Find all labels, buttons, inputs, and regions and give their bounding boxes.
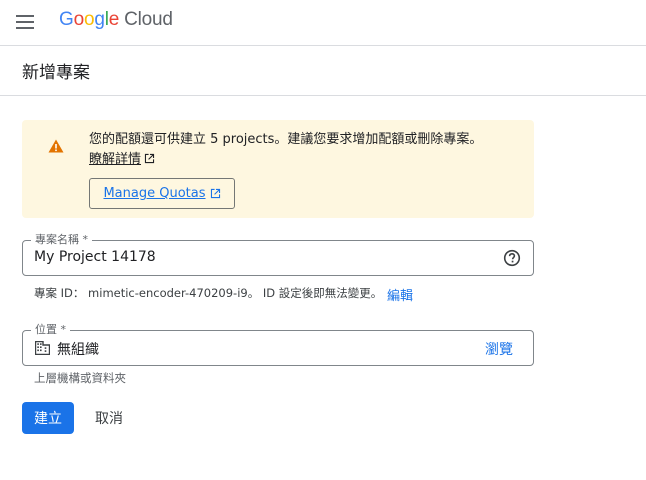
logo-letter: g <box>94 9 105 30</box>
hamburger-menu-icon[interactable] <box>14 11 38 33</box>
project-name-field[interactable]: 專案名稱 * My Project 14178 <box>22 233 534 276</box>
quota-message: 您的配額還可供建立 5 projects。建議您要求增加配額或刪除專案。 <box>89 132 483 147</box>
warning-icon <box>48 139 64 153</box>
manage-quotas-button[interactable]: Manage Quotas <box>89 178 235 209</box>
location-hint: 上層機構或資料夾 <box>34 371 126 385</box>
logo-letter: e <box>108 9 120 30</box>
google-cloud-logo[interactable]: Google Cloud <box>59 9 173 31</box>
logo-cloud-text: Cloud <box>124 9 173 30</box>
top-bar: Google Cloud <box>0 0 646 46</box>
page-header: 新增專案 <box>0 46 646 96</box>
logo-letter: o <box>73 9 85 30</box>
edit-project-id-link[interactable]: 編輯 <box>387 285 413 304</box>
logo-letter: o <box>83 9 95 30</box>
open-in-new-icon <box>144 153 155 164</box>
organization-icon <box>35 341 50 355</box>
quota-warning-banner: 您的配額還可供建立 5 projects。建議您要求增加配額或刪除專案。 瞭解詳… <box>22 120 534 218</box>
page-title: 新增專案 <box>22 63 90 83</box>
open-in-new-icon <box>210 188 220 199</box>
browse-location-button[interactable]: 瀏覽 <box>485 339 513 359</box>
project-name-input[interactable]: My Project 14178 <box>34 249 156 265</box>
location-value: 無組織 <box>57 342 99 358</box>
logo-letter: G <box>59 9 74 30</box>
learn-more-link[interactable]: 瞭解詳情 <box>89 150 155 170</box>
cancel-button[interactable]: 取消 <box>86 402 132 434</box>
help-circle-icon[interactable] <box>503 249 521 267</box>
location-field[interactable]: 位置 * 無組織 瀏覽 <box>22 323 534 366</box>
create-button[interactable]: 建立 <box>22 402 74 434</box>
logo-google-text: Google <box>59 9 119 30</box>
project-name-label: 專案名稱 * <box>31 233 92 247</box>
project-id-text: 專案 ID： mimetic-encoder-470209-i9。 ID 設定後… <box>34 286 383 300</box>
learn-more-label: 瞭解詳情 <box>89 152 142 167</box>
manage-quotas-label: Manage Quotas <box>103 186 206 201</box>
location-label: 位置 * <box>31 323 70 337</box>
